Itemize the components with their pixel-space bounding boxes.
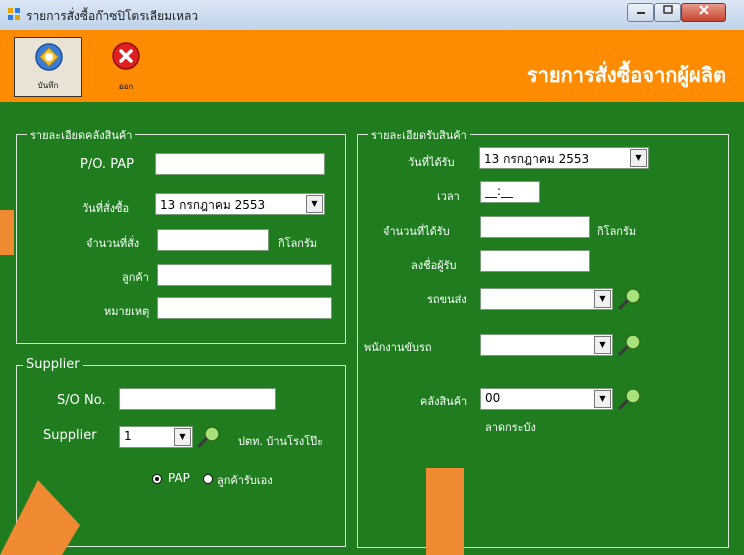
driver-search-button[interactable] bbox=[615, 332, 645, 356]
minimize-button[interactable] bbox=[627, 3, 654, 22]
radio-pap-label: PAP bbox=[168, 471, 190, 485]
note-input[interactable] bbox=[157, 297, 332, 319]
received-qty-unit: กิโลกรัม bbox=[597, 225, 637, 238]
received-qty-input[interactable] bbox=[480, 216, 590, 238]
warehouse-search-button[interactable] bbox=[615, 386, 645, 410]
signer-input[interactable] bbox=[480, 250, 590, 272]
received-qty-label: จำนวนที่ได้รับ bbox=[383, 225, 450, 238]
order-qty-unit: กิโลกรัม bbox=[278, 237, 318, 250]
chevron-down-icon[interactable]: ▼ bbox=[174, 428, 191, 446]
maximize-icon bbox=[662, 5, 673, 14]
radio-pap[interactable] bbox=[152, 474, 162, 484]
receive-date-picker[interactable]: 13 กรกฎาคม 2553 ▼ bbox=[479, 147, 649, 169]
close-button[interactable] bbox=[681, 3, 726, 22]
warehouse-name: ลาดกระบัง bbox=[485, 421, 536, 434]
search-icon bbox=[618, 388, 641, 410]
supplier-label: Supplier bbox=[43, 428, 97, 443]
receive-date-value: 13 กรกฎาคม 2553 bbox=[484, 152, 590, 166]
time-value: __:__ bbox=[485, 184, 514, 198]
decor-arrow bbox=[0, 480, 80, 555]
chevron-down-icon[interactable]: ▼ bbox=[594, 390, 611, 408]
radio-self-pickup[interactable] bbox=[203, 474, 213, 484]
driver-combo[interactable]: ▼ bbox=[480, 334, 613, 356]
page-title: รายการสั่งซื้อจากผู้ผลิต bbox=[526, 63, 726, 87]
title-bar: รายการสั่งซื้อก๊าซปิโตรเลียมเหลว bbox=[0, 0, 744, 31]
truck-search-button[interactable] bbox=[615, 286, 645, 310]
receive-details-legend: รายละเอียดรับสินค้า bbox=[368, 126, 470, 144]
chevron-down-icon[interactable]: ▼ bbox=[594, 336, 611, 354]
search-icon bbox=[197, 426, 220, 448]
truck-combo[interactable]: ▼ bbox=[480, 288, 613, 310]
so-input[interactable] bbox=[119, 388, 276, 410]
po-label: P/O. PAP bbox=[80, 157, 134, 172]
supplier-name: ปตท. บ้านโรงโป๊ะ bbox=[238, 435, 324, 448]
time-input[interactable]: __:__ bbox=[480, 181, 540, 203]
order-date-picker[interactable]: 13 กรกฎาคม 2553 ▼ bbox=[155, 193, 325, 215]
receive-date-label: วันที่ได้รับ bbox=[408, 156, 455, 169]
warehouse-combo[interactable]: 00 ▼ bbox=[480, 388, 613, 410]
customer-input[interactable] bbox=[157, 264, 332, 286]
warehouse-label: คลังสินค้า bbox=[420, 395, 468, 408]
exit-button[interactable]: ออก bbox=[92, 37, 160, 97]
po-input[interactable] bbox=[155, 153, 325, 175]
decor-bar bbox=[426, 468, 464, 555]
radio-self-pickup-label: ลูกค้ารับเอง bbox=[217, 474, 273, 487]
chevron-down-icon[interactable]: ▼ bbox=[630, 149, 647, 167]
note-label: หมายเหตุ bbox=[104, 305, 150, 318]
save-button[interactable]: บันทึก bbox=[14, 37, 82, 97]
chevron-down-icon[interactable]: ▼ bbox=[306, 195, 323, 213]
signer-label: ลงชื่อผู้รับ bbox=[411, 259, 457, 272]
order-date-label: วันที่สั่งซื้อ bbox=[82, 202, 130, 215]
order-qty-label: จำนวนที่สั่ง bbox=[86, 237, 140, 250]
order-qty-input[interactable] bbox=[157, 229, 269, 251]
search-icon bbox=[618, 334, 641, 356]
so-label: S/O No. bbox=[57, 393, 106, 408]
exit-icon bbox=[112, 42, 140, 70]
supplier-value: 1 bbox=[124, 429, 132, 443]
minimize-icon bbox=[636, 12, 645, 14]
customer-label: ลูกค้า bbox=[122, 271, 149, 284]
window-title: รายการสั่งซื้อก๊าซปิโตรเลียมเหลว bbox=[26, 9, 199, 23]
supplier-legend: Supplier bbox=[23, 357, 83, 372]
order-date-value: 13 กรกฎาคม 2553 bbox=[160, 198, 266, 212]
close-icon bbox=[698, 5, 709, 15]
chevron-down-icon[interactable]: ▼ bbox=[594, 290, 611, 308]
toolbar: บันทึก ออก รายการสั่งซื้อจากผู้ผลิต bbox=[0, 30, 744, 102]
app-window: รายการสั่งซื้อก๊าซปิโตรเลียมเหลว บันทึก bbox=[0, 0, 744, 555]
warehouse-value: 00 bbox=[485, 391, 501, 405]
supplier-combo[interactable]: 1 ▼ bbox=[119, 426, 193, 448]
app-icon bbox=[8, 8, 20, 20]
save-label: บันทึก bbox=[37, 81, 59, 90]
save-icon bbox=[35, 43, 63, 71]
driver-label: พนักงานขับรถ bbox=[364, 341, 432, 354]
maximize-button[interactable] bbox=[654, 3, 681, 22]
search-icon bbox=[618, 288, 641, 310]
truck-label: รถขนส่ง bbox=[427, 293, 467, 306]
supplier-search-button[interactable] bbox=[194, 424, 224, 448]
exit-label: ออก bbox=[118, 82, 134, 91]
time-label: เวลา bbox=[437, 190, 460, 203]
decor-square bbox=[0, 210, 14, 255]
stock-details-legend: รายละเอียดคลังสินค้า bbox=[27, 126, 136, 144]
